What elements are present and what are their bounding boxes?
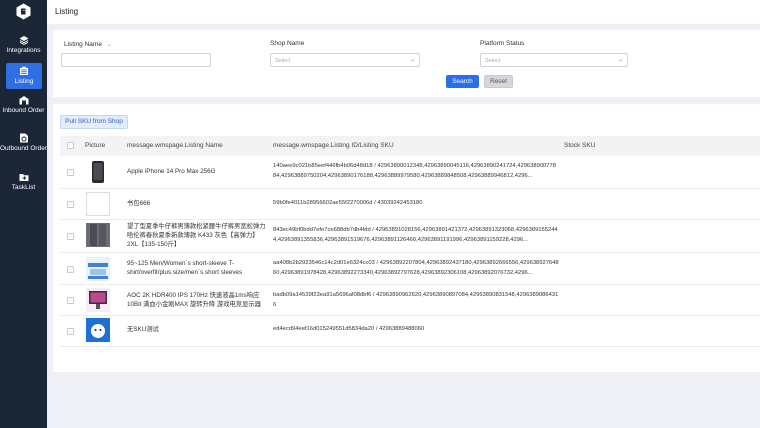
table-row[interactable]: AOC 2K HDR400 IPS 170Hz 快速液晶1ms响应 10Bit … <box>60 285 760 316</box>
reset-button[interactable]: Reset <box>484 75 513 88</box>
table-row[interactable]: 书包666 59b0fe4011b28956602ae55f2270006d /… <box>60 189 760 220</box>
row-checkbox[interactable] <box>67 266 74 273</box>
shop-name-placeholder: Select <box>275 58 291 64</box>
sidebar-item-label: Listing <box>14 78 34 85</box>
listing-name: AOC 2K HDR400 IPS 170Hz 快速液晶1ms响应 10Bit … <box>127 292 261 308</box>
listing-name: 望了型夏季牛仔裤男薄款松紧腰牛仔裤男宽松弹力哈伦裤春秋夏季新款薄款 K433 灰… <box>127 223 266 248</box>
search-button[interactable]: Search <box>446 75 479 88</box>
listing-name: 无SKU测试 <box>127 326 159 333</box>
product-image <box>86 257 110 281</box>
listing-name: Apple iPhone 14 Pro Max 256G <box>127 168 216 175</box>
table-row[interactable]: 望了型夏季牛仔裤男薄款松紧腰牛仔裤男宽松弹力哈伦裤春秋夏季新款薄款 K433 灰… <box>60 220 760 253</box>
table-header: Picture message.wmspage.Listing Name mes… <box>60 136 760 156</box>
column-header-picture: Picture <box>85 142 106 149</box>
shop-name-label: Shop Name <box>270 40 305 47</box>
listing-name: 95~125 Men/Women`s short-sleeve T-shirt/… <box>127 260 243 276</box>
platform-status-placeholder: Select <box>485 58 501 64</box>
sidebar-item-label: Integrations <box>6 47 41 54</box>
column-header-listing-id: message.wmspage.Listing ID/Listing SKU <box>273 142 394 149</box>
row-checkbox[interactable] <box>67 233 74 240</box>
column-header-listing-name: message.wmspage.Listing Name <box>127 142 223 149</box>
top-header: Listing <box>47 0 760 24</box>
sidebar-item-label: Inbound Order <box>2 107 45 114</box>
listing-sku: 843ec49bf0bdd7efe7ce688db7db4fdd / 42963… <box>273 227 558 243</box>
sidebar-item-label: Outbound Order <box>0 145 47 152</box>
sidebar-item-integrations[interactable]: Integrations <box>0 35 47 55</box>
pull-sku-button[interactable]: Pull SKU from Shop <box>60 115 128 129</box>
shop-name-select[interactable]: Select ⌄ <box>270 53 420 67</box>
listing-name-label[interactable]: Listing Name ⌄ <box>64 41 112 48</box>
chevron-down-icon: ⌄ <box>409 57 415 63</box>
row-checkbox[interactable] <box>67 201 74 208</box>
listing-name: 书包666 <box>127 200 151 207</box>
table-row[interactable]: 无SKU测试 ed4ecd94eef16d015249551d5834da20 … <box>60 316 760 347</box>
product-image <box>86 160 110 184</box>
select-all-checkbox[interactable] <box>67 142 74 149</box>
folder-icon <box>19 174 28 181</box>
row-checkbox[interactable] <box>67 297 74 304</box>
listing-sku: aa408b2b2923546c14c2d01e6324cc03 / 42963… <box>273 260 559 276</box>
listing-sku: 140aee9c021b85eef446fb4b06d48d18 / 42963… <box>273 163 556 179</box>
sidebar-item-tasklist[interactable]: TaskList <box>0 172 47 192</box>
product-image <box>86 223 110 247</box>
product-image <box>86 192 110 216</box>
page-title: Listing <box>55 7 79 16</box>
product-image <box>86 288 110 312</box>
listing-icon <box>20 66 28 75</box>
layers-icon <box>19 36 28 45</box>
sidebar-item-listing[interactable]: Listing <box>6 63 42 89</box>
inbound-icon <box>19 96 28 105</box>
table-row[interactable]: Apple iPhone 14 Pro Max 256G 140aee9c021… <box>60 156 760 189</box>
sidebar-item-inbound-order[interactable]: Inbound Order <box>0 95 47 115</box>
listing-sku: ed4ecd94eef16d015249551d5834da20 / 42963… <box>273 326 425 332</box>
sidebar-item-outbound-order[interactable]: Outbound Order <box>0 133 47 153</box>
listing-sku: 59b0fe4011b28956602ae55f2270006d / 43039… <box>273 200 423 206</box>
product-image <box>86 318 110 342</box>
listing-name-input[interactable] <box>61 53 211 67</box>
sidebar-item-label: TaskList <box>11 184 36 191</box>
outbound-icon <box>19 133 28 143</box>
app-logo <box>16 3 31 20</box>
filter-panel: Listing Name ⌄ Shop Name Select ⌄ Platfor… <box>53 30 760 97</box>
platform-status-select[interactable]: Select ⌄ <box>480 53 628 67</box>
row-checkbox[interactable] <box>67 328 74 335</box>
row-checkbox[interactable] <box>67 169 74 176</box>
table-row[interactable]: 95~125 Men/Women`s short-sleeve T-shirt/… <box>60 253 760 285</box>
platform-status-label: Platform Status <box>480 40 525 47</box>
listing-sku: badb09a14539f23ea91a5696af08dbf6 / 42963… <box>273 292 559 308</box>
column-header-stock-sku: Stock SKU <box>564 142 596 149</box>
chevron-down-icon: ⌄ <box>617 57 623 63</box>
listing-table-card: Pull SKU from Shop Picture message.wmspa… <box>53 104 760 372</box>
chevron-down-icon: ⌄ <box>106 42 112 48</box>
sidebar: Integrations Listing Inbound Order Outbo… <box>0 0 47 428</box>
